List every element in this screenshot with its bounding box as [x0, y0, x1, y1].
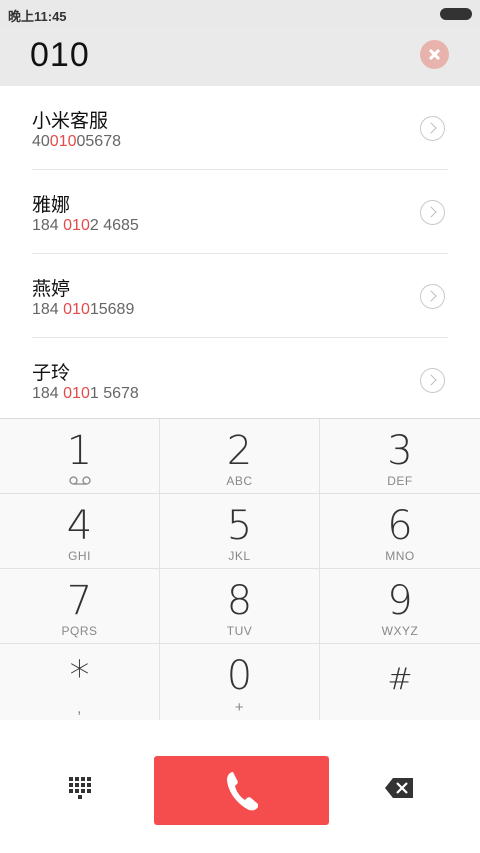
- key-2[interactable]: 2 ABC: [160, 419, 320, 494]
- key-digit: #: [387, 662, 413, 697]
- call-button[interactable]: [154, 756, 329, 825]
- key-letters: MNO: [385, 549, 415, 563]
- key-digit: 0: [226, 653, 253, 699]
- contact-name: 子玲: [32, 363, 71, 384]
- key-letters: JKL: [228, 549, 251, 563]
- contact-number: 184 01015689: [32, 301, 135, 318]
- key-hash[interactable]: #: [320, 644, 480, 721]
- action-bar: [0, 720, 480, 853]
- key-3[interactable]: 3 DEF: [320, 419, 480, 494]
- contact-name: 小米客服: [32, 111, 109, 132]
- clear-button[interactable]: [420, 40, 449, 69]
- status-time: 晚上11:45: [8, 9, 67, 24]
- key-0[interactable]: 0 +: [160, 644, 320, 721]
- key-letters: PQRS: [61, 624, 98, 638]
- contact-number: 4001005678: [32, 133, 121, 150]
- voicemail-icon: [69, 476, 91, 485]
- contact-results: 小米客服 4001005678 雅娜 184 0102 4685 燕婷 184 …: [0, 86, 480, 418]
- contact-number: 184 0102 4685: [32, 217, 139, 234]
- key-letters: +: [234, 699, 245, 716]
- key-digit: 1: [66, 428, 93, 474]
- key-9[interactable]: 9 WXYZ: [320, 569, 480, 644]
- status-bar: 晚上11:45: [0, 0, 480, 28]
- key-letters: TUV: [226, 624, 253, 638]
- contact-name: 燕婷: [32, 279, 71, 300]
- key-digit: 7: [66, 578, 93, 624]
- key-digit: *: [69, 653, 90, 699]
- dial-input-area: 010: [0, 28, 480, 86]
- key-6[interactable]: 6 MNO: [320, 494, 480, 569]
- key-letters: WXYZ: [381, 624, 419, 638]
- key-digit: 9: [387, 578, 413, 624]
- backspace-icon[interactable]: [384, 777, 414, 799]
- chevron-right-icon[interactable]: [420, 116, 445, 141]
- key-letters: DEF: [387, 474, 413, 488]
- contact-number: 184 0101 5678: [32, 385, 139, 402]
- number-match: 010: [63, 217, 90, 234]
- battery-icon: [440, 8, 472, 20]
- key-5[interactable]: 5 JKL: [160, 494, 320, 569]
- key-8[interactable]: 8 TUV: [160, 569, 320, 644]
- key-letters: ABC: [226, 474, 253, 488]
- contact-row[interactable]: 燕婷 184 01015689: [32, 254, 448, 338]
- key-digit: 5: [226, 503, 253, 549]
- key-digit: 2: [226, 428, 253, 474]
- contact-row[interactable]: 子玲 184 0101 5678: [32, 338, 448, 418]
- key-7[interactable]: 7 PQRS: [0, 569, 160, 644]
- key-letters: GHI: [68, 549, 91, 563]
- key-1[interactable]: 1: [0, 419, 160, 494]
- key-star[interactable]: * ,: [0, 644, 160, 721]
- key-digit: 8: [226, 578, 253, 624]
- key-digit: 6: [387, 503, 413, 549]
- number-match: 010: [63, 385, 90, 402]
- key-4[interactable]: 4 GHI: [0, 494, 160, 569]
- chevron-right-icon[interactable]: [420, 368, 445, 393]
- number-match: 010: [49, 133, 77, 150]
- chevron-right-icon[interactable]: [420, 200, 445, 225]
- chevron-right-icon[interactable]: [420, 284, 445, 309]
- keypad: 1 2 ABC 3 DEF 4 GHI 5 JKL 6 MNO 7 PQRS 8…: [0, 418, 480, 721]
- contact-name: 雅娜: [32, 195, 71, 216]
- key-digit: 3: [387, 428, 413, 474]
- dialed-number[interactable]: 010: [30, 36, 90, 75]
- number-match: 010: [63, 301, 90, 318]
- key-letters: ,: [77, 700, 82, 717]
- dialpad-icon[interactable]: [67, 774, 93, 800]
- phone-icon: [227, 772, 258, 811]
- key-digit: 4: [66, 503, 93, 549]
- contact-row[interactable]: 小米客服 4001005678: [32, 86, 448, 170]
- contact-row[interactable]: 雅娜 184 0102 4685: [32, 170, 448, 254]
